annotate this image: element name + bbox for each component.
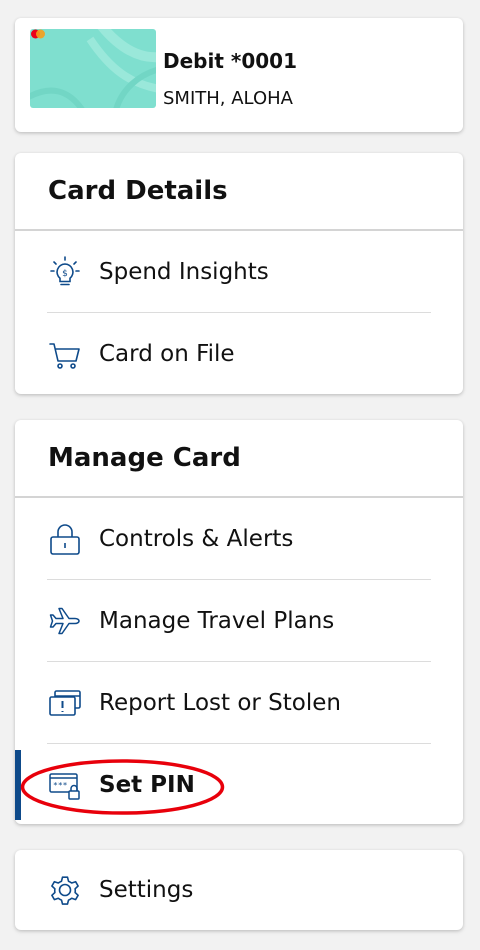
menu-item-card-on-file[interactable]: Card on File [47,313,431,394]
lightbulb-dollar-icon: $ [50,255,80,285]
card-details-title: Card Details [15,153,463,231]
menu-item-label: Controls & Alerts [99,525,294,552]
manage-card-section: Manage Card Controls & Alerts Manage Tra… [15,420,463,824]
menu-item-label: Settings [99,877,194,903]
settings-section: Settings [15,850,463,930]
account-holder: SMITH, ALOHA [163,88,293,109]
menu-item-spend-insights[interactable]: $ Spend Insights [47,231,431,313]
menu-item-label: Set PIN [99,771,195,798]
lock-icon [50,523,80,555]
debit-card-image [30,29,156,108]
manage-card-title: Manage Card [15,420,463,498]
svg-text:***: *** [53,781,68,790]
menu-item-label: Spend Insights [99,258,269,285]
menu-item-label: Card on File [99,340,235,367]
menu-item-set-pin[interactable]: *** Set PIN [15,744,431,825]
menu-item-settings[interactable]: Settings [47,850,431,930]
airplane-icon [49,607,80,634]
menu-item-manage-travel-plans[interactable]: Manage Travel Plans [47,580,431,662]
card-alert-icon [49,689,81,716]
menu-item-report-lost-stolen[interactable]: Report Lost or Stolen [47,662,431,744]
menu-item-label: Manage Travel Plans [99,607,335,634]
account-card[interactable]: Debit *0001 SMITH, ALOHA [15,18,463,132]
pin-lock-icon: *** [49,772,80,800]
svg-text:$: $ [62,269,68,279]
shopping-cart-icon [49,342,80,369]
gear-icon [51,876,79,905]
account-name: Debit *0001 [163,49,297,73]
menu-item-controls-alerts[interactable]: Controls & Alerts [47,498,431,580]
active-indicator [15,750,21,820]
card-details-section: Card Details $ Spend Insights Card on Fi… [15,153,463,394]
menu-item-label: Report Lost or Stolen [99,689,341,716]
mastercard-logo [31,29,45,39]
